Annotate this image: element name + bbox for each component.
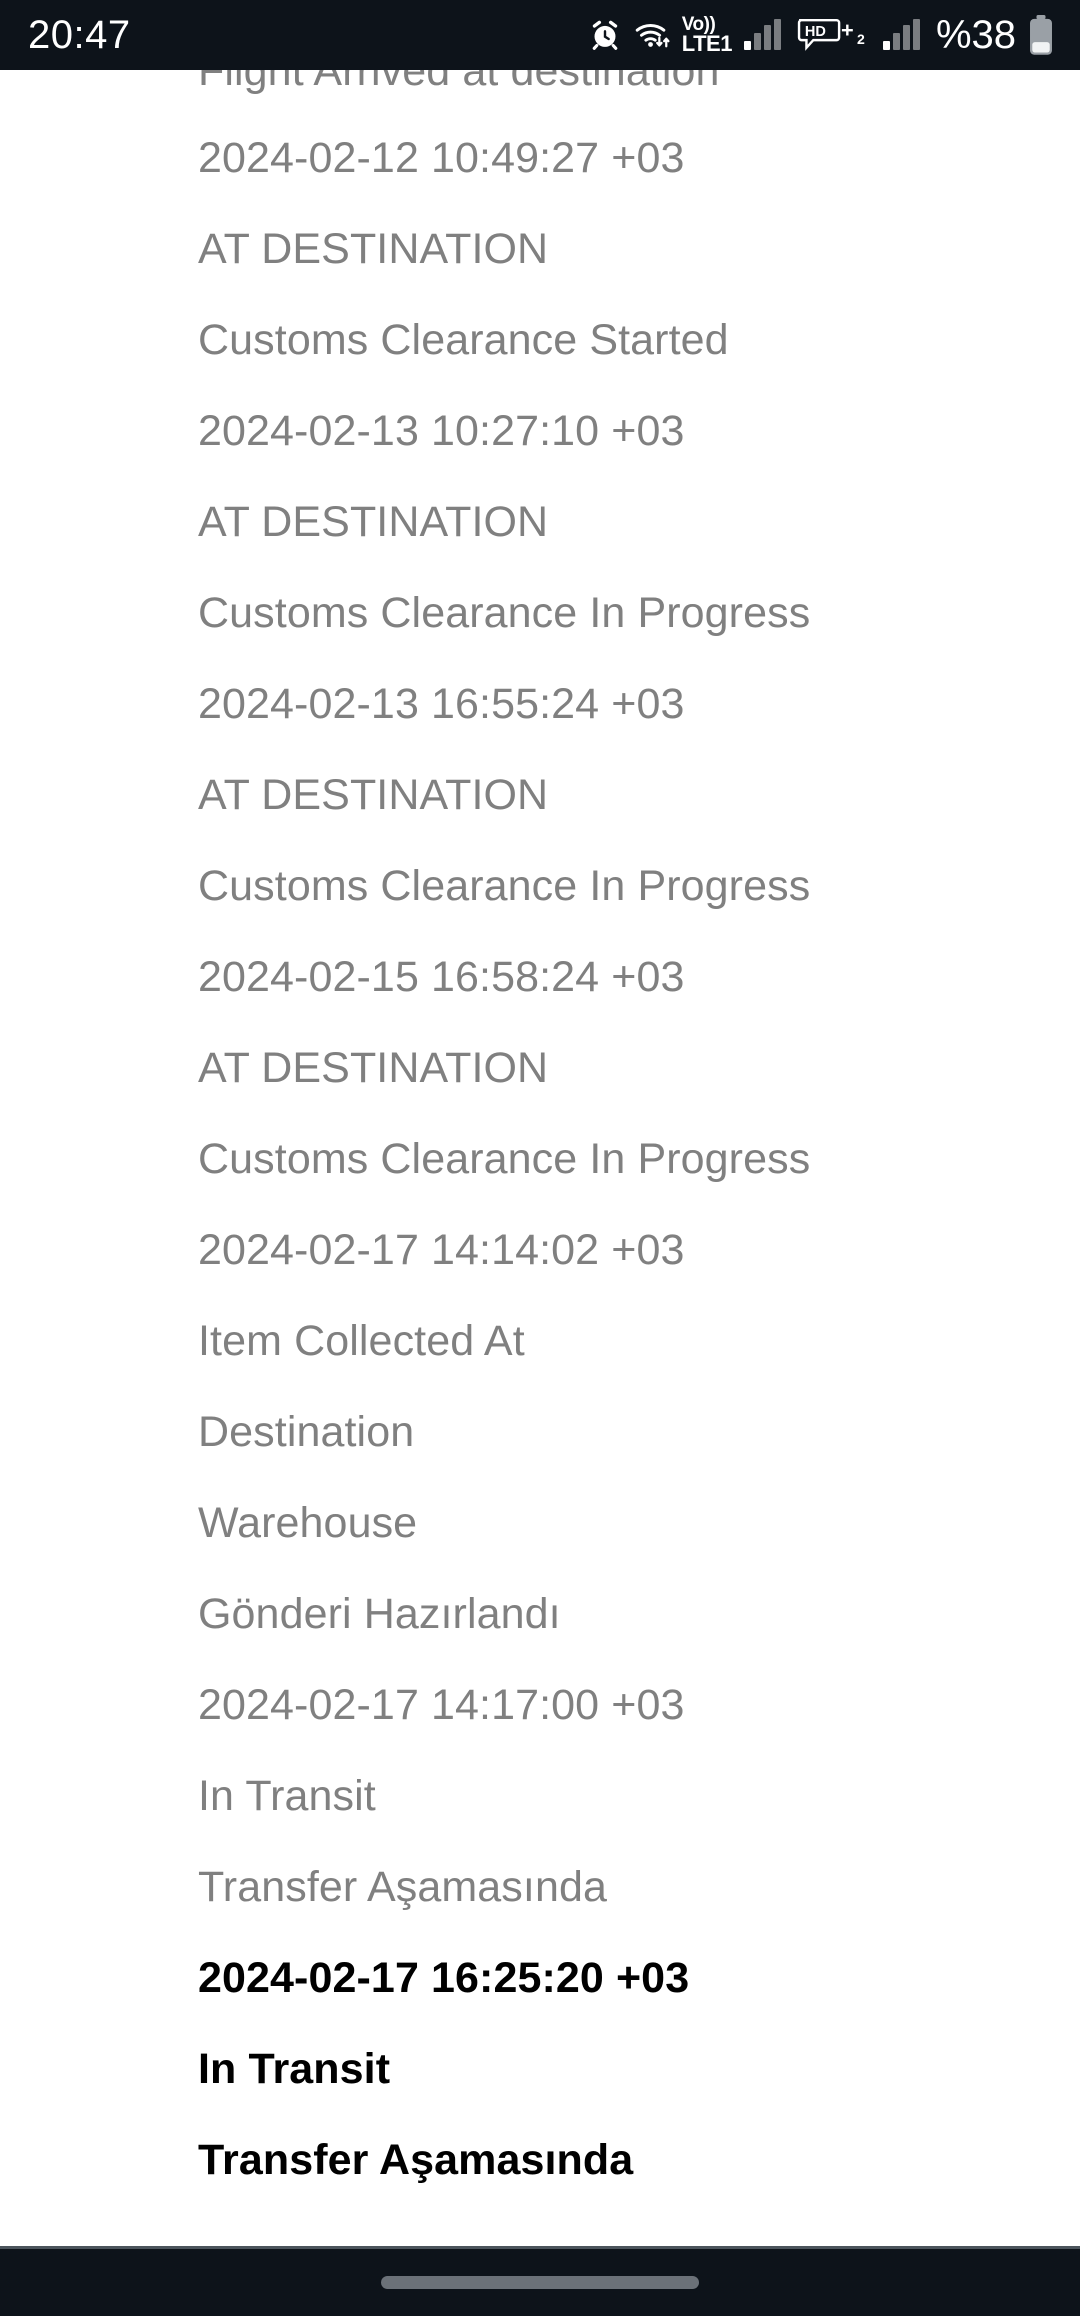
tracking-history-line: AT DESTINATION <box>198 771 549 819</box>
tracking-history-line: 2024-02-13 16:55:24 +03 <box>198 680 685 728</box>
signal-bars-icon <box>882 19 920 50</box>
status-bar: 20:47 Vo)) LTE1 HD + 2 %38 <box>0 0 1080 70</box>
tracking-history-line: Item Collected At <box>198 1317 525 1365</box>
tracking-history-line: 2024-02-15 16:58:24 +03 <box>198 953 685 1001</box>
hd-plus-icon: HD + 2 <box>797 17 871 53</box>
tracking-history-line: 2024-02-17 16:25:20 +03 <box>198 1954 690 2002</box>
battery-percent-label: %38 <box>935 13 1016 57</box>
volte-label-bottom: LTE1 <box>681 30 733 56</box>
tracking-history-line: Customs Clearance Started <box>198 316 729 364</box>
volte-icon: Vo)) LTE1 <box>681 15 733 56</box>
tracking-history-line: Customs Clearance In Progress <box>198 589 811 637</box>
tracking-history-line: 2024-02-12 10:49:27 +03 <box>198 134 685 182</box>
svg-text:+: + <box>841 17 854 42</box>
alarm-icon <box>588 18 622 52</box>
battery-icon <box>1028 14 1054 56</box>
tracking-history-line: Transfer Aşamasında <box>198 1863 607 1911</box>
tracking-history-line: Customs Clearance In Progress <box>198 862 811 910</box>
tracking-history-line: 2024-02-17 14:17:00 +03 <box>198 1681 685 1729</box>
tracking-history-line: AT DESTINATION <box>198 225 549 273</box>
phone-screen: Flight Arrived at destination 2024-02-12 … <box>0 0 1080 2316</box>
svg-text:2: 2 <box>857 31 865 47</box>
wifi-icon <box>634 18 674 52</box>
tracking-history-line: In Transit <box>198 1772 376 1820</box>
gesture-navigation-bar <box>0 2246 1080 2316</box>
tracking-history-line: 2024-02-13 10:27:10 +03 <box>198 407 685 455</box>
tracking-history-list[interactable]: Flight Arrived at destination 2024-02-12 … <box>0 0 1080 2246</box>
status-bar-icons: Vo)) LTE1 HD + 2 %38 <box>588 14 1054 56</box>
svg-text:HD: HD <box>805 24 826 40</box>
tracking-history-line: AT DESTINATION <box>198 1044 549 1092</box>
tracking-history-line: Gönderi Hazırlandı <box>198 1590 561 1638</box>
home-gesture-pill[interactable] <box>381 2276 699 2289</box>
signal-bars-icon <box>743 19 781 50</box>
tracking-history-line: Customs Clearance In Progress <box>198 1135 811 1183</box>
tracking-history-line: Transfer Aşamasında <box>198 2136 634 2184</box>
tracking-history-line: Destination <box>198 1408 415 1456</box>
status-bar-clock: 20:47 <box>28 13 131 57</box>
tracking-history-line: Warehouse <box>198 1499 418 1547</box>
tracking-history-line: 2024-02-17 14:14:02 +03 <box>198 1226 685 1274</box>
tracking-history-line: AT DESTINATION <box>198 498 549 546</box>
tracking-history-line: In Transit <box>198 2045 391 2093</box>
